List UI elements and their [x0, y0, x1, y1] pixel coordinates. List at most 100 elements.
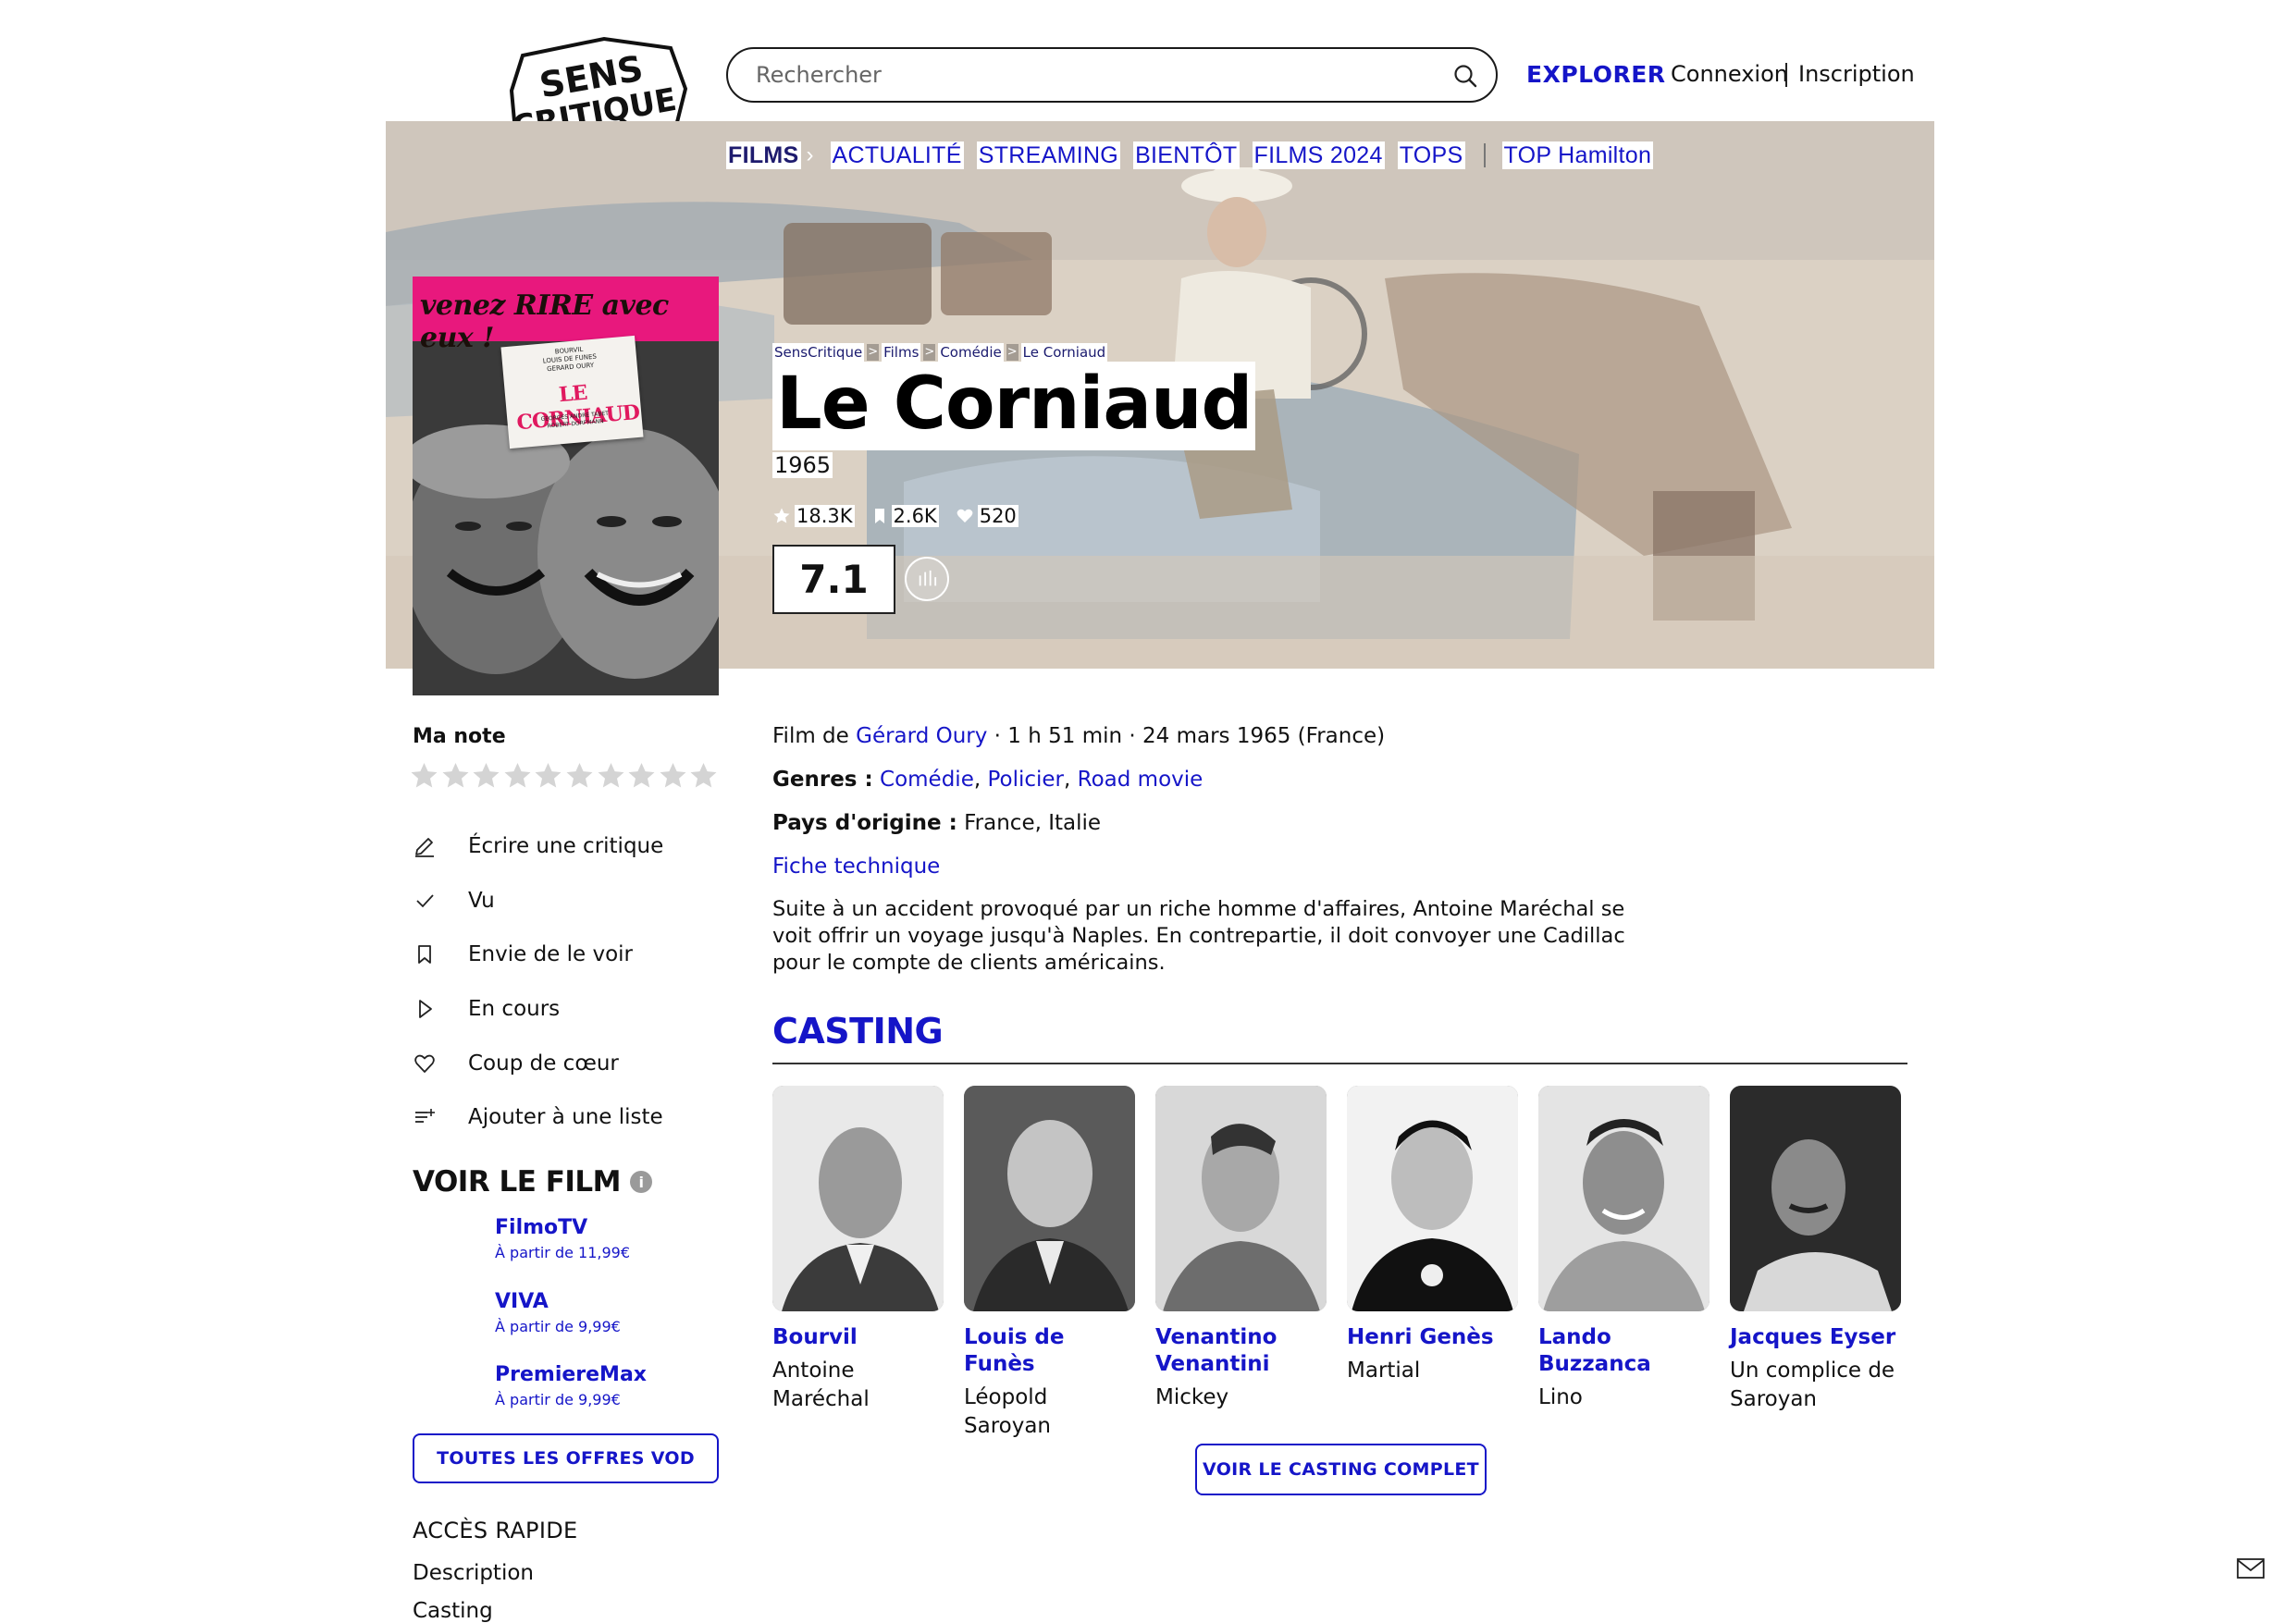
bookmark-icon [874, 509, 884, 523]
play-icon [419, 1000, 432, 1018]
watch-movie-heading: VOIR LE FILM i [413, 1165, 653, 1199]
breadcrumb: SensCritique > Films > Comédie > Le Corn… [772, 343, 1108, 362]
movie-meta: Film de Gérard Oury · 1 h 51 min · 24 ma… [772, 724, 1386, 748]
heart-icon [414, 1054, 435, 1073]
actor-photo [772, 1086, 944, 1311]
header-separator [1785, 63, 1787, 87]
nav-streaming[interactable]: STREAMING [976, 141, 1121, 169]
actor-photo [1155, 1086, 1327, 1311]
all-vod-offers-button[interactable]: TOUTES LES OFFRES VOD [413, 1433, 719, 1483]
technical-sheet-link[interactable]: Fiche technique [772, 855, 940, 879]
favorite-action[interactable]: Coup de cœur [413, 1036, 663, 1090]
actor-name[interactable]: Jacques Eyser [1730, 1324, 1901, 1351]
nav-bientot[interactable]: BIENTÔT [1133, 141, 1240, 169]
nav-films[interactable]: FILMS [726, 141, 801, 169]
full-casting-button[interactable]: VOIR LE CASTING COMPLET [1195, 1444, 1487, 1495]
rating-star-icon[interactable] [533, 760, 563, 791]
breadcrumb-comedie[interactable]: Comédie [938, 343, 1004, 362]
character-name: Léopold Saroyan [964, 1385, 1051, 1438]
genre-road-movie-link[interactable]: Road movie [1078, 768, 1204, 792]
check-icon [416, 894, 434, 908]
seen-action[interactable]: Vu [413, 874, 663, 928]
add-to-list-action[interactable]: Ajouter à une liste [413, 1090, 663, 1145]
my-rating-stars[interactable] [409, 760, 720, 791]
movie-countries: Pays d'origine : France, Italie [772, 811, 1102, 835]
bookmark-icon [418, 945, 431, 965]
search-icon[interactable] [1451, 62, 1479, 90]
breadcrumb-senscritique[interactable]: SensCritique [772, 343, 865, 362]
average-score: 7.1 [772, 545, 895, 614]
actor-photo [1538, 1086, 1710, 1311]
wishlist-count: 2.6K [871, 505, 939, 527]
character-name: Martial [1347, 1359, 1421, 1383]
write-review-action[interactable]: Écrire une critique [413, 819, 663, 874]
breadcrumb-separator: > [867, 344, 880, 361]
action-list: Écrire une critique Vu Envie de le voir … [413, 819, 663, 1145]
rating-star-icon[interactable] [440, 760, 471, 791]
cast-card[interactable]: Bourvil Antoine Maréchal [772, 1086, 944, 1414]
vod-offers: FilmoTV À partir de 11,99€ VIVA À partir… [495, 1215, 647, 1436]
poster-credits-top: BOURVIL LOUIS DE FUNES GERARD OURY [542, 345, 598, 374]
movie-stats: 18.3K 2.6K 520 [772, 505, 1035, 527]
offer-viva[interactable]: VIVA À partir de 9,99€ [495, 1289, 647, 1363]
movie-genres: Genres : Comédie, Policier, Road movie [772, 768, 1204, 792]
section-nav: FILMS › ACTUALITÉ STREAMING BIENTÔT FILM… [726, 141, 1666, 169]
breadcrumb-current[interactable]: Le Corniaud [1020, 343, 1108, 362]
actor-name[interactable]: Lando Buzzanca [1538, 1324, 1710, 1378]
quick-link-casting[interactable]: Casting [413, 1599, 493, 1623]
mail-icon[interactable] [2237, 1558, 2265, 1579]
movie-poster[interactable]: venez RIRE avec eux ! BOURVIL LOUIS DE F… [413, 277, 719, 695]
cast-card[interactable]: Venantino Venantini Mickey [1155, 1086, 1327, 1412]
actor-name[interactable]: Venantino Venantini [1155, 1324, 1327, 1378]
rating-star-icon[interactable] [471, 760, 501, 791]
rating-distribution-icon[interactable] [905, 557, 949, 601]
rating-star-icon[interactable] [626, 760, 657, 791]
actor-name[interactable]: Henri Genès [1347, 1324, 1518, 1351]
actor-name[interactable]: Bourvil [772, 1324, 944, 1351]
actor-photo [1347, 1086, 1518, 1311]
signup-link[interactable]: Inscription [1798, 61, 1915, 87]
list-add-icon [415, 1109, 435, 1124]
quick-access-heading: ACCÈS RAPIDE [413, 1518, 578, 1543]
breadcrumb-films[interactable]: Films [882, 343, 921, 362]
pencil-icon [415, 838, 434, 858]
actor-photo [1730, 1086, 1901, 1311]
offer-premieremax[interactable]: PremiereMax À partir de 9,99€ [495, 1362, 647, 1436]
cast-card[interactable]: Henri Genès Martial [1347, 1086, 1518, 1385]
quick-link-description[interactable]: Description [413, 1561, 534, 1585]
explorer-link[interactable]: EXPLORER [1526, 61, 1666, 88]
rating-star-icon[interactable] [409, 760, 439, 791]
director-link[interactable]: Gérard Oury [856, 724, 987, 748]
casting-heading: CASTING [772, 1011, 944, 1051]
cast-card[interactable]: Lando Buzzanca Lino [1538, 1086, 1710, 1412]
wishlist-action[interactable]: Envie de le voir [413, 928, 663, 982]
genre-comedie-link[interactable]: Comédie [880, 768, 974, 792]
character-name: Lino [1538, 1385, 1583, 1409]
rating-star-icon[interactable] [658, 760, 688, 791]
nav-films-2024[interactable]: FILMS 2024 [1252, 141, 1385, 169]
genre-policier-link[interactable]: Policier [987, 768, 1064, 792]
search-input[interactable] [756, 49, 1440, 101]
in-progress-action[interactable]: En cours [413, 982, 663, 1037]
casting-divider [772, 1063, 1907, 1064]
rating-star-icon[interactable] [596, 760, 626, 791]
search-bar[interactable] [726, 47, 1498, 103]
login-link[interactable]: Connexion [1671, 61, 1788, 87]
cast-card[interactable]: Louis de Funès Léopold Saroyan [964, 1086, 1135, 1441]
nav-actualite[interactable]: ACTUALITÉ [830, 141, 964, 169]
rating-star-icon[interactable] [502, 760, 533, 791]
info-icon[interactable]: i [630, 1171, 653, 1193]
actor-photo [964, 1086, 1135, 1311]
nav-top-hamilton[interactable]: TOP Hamilton [1501, 141, 1654, 169]
character-name: Antoine Maréchal [772, 1359, 870, 1411]
cast-card[interactable]: Jacques Eyser Un complice de Saroyan [1730, 1086, 1901, 1414]
rating-star-icon[interactable] [688, 760, 719, 791]
actor-name[interactable]: Louis de Funès [964, 1324, 1135, 1378]
nav-divider [1483, 143, 1486, 167]
favorites-count: 520 [956, 505, 1018, 527]
offer-filmotv[interactable]: FilmoTV À partir de 11,99€ [495, 1215, 647, 1289]
my-rating-label: Ma note [413, 725, 506, 748]
breadcrumb-separator: > [1006, 344, 1018, 361]
rating-star-icon[interactable] [564, 760, 595, 791]
nav-tops[interactable]: TOPS [1397, 141, 1465, 169]
